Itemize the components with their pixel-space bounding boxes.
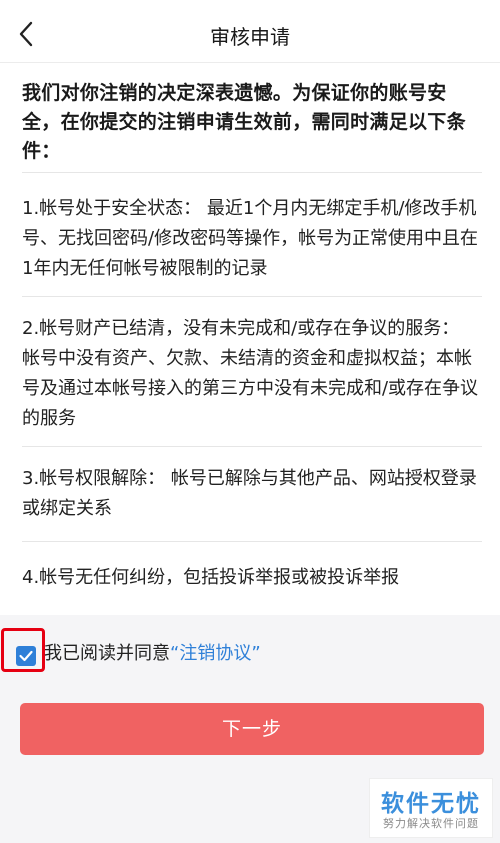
intro-text: 我们对你注销的决定深表遗憾。为保证你的账号安全，在你提交的注销申请生效前，需同时… [22,82,466,162]
watermark-subtitle: 努力解决软件问题 [383,817,479,830]
watermark: 软件无忧 努力解决软件问题 [369,778,493,838]
watermark-title: 软件无忧 [381,791,481,817]
footer-panel: 我已阅读并同意“注销协议” 下一步 软件无忧 努力解决软件问题 [0,615,500,843]
agreement-link[interactable]: “注销协议” [170,643,261,664]
agreement-label: 我已阅读并同意 [44,643,170,664]
divider [22,541,482,542]
condition-item: 1.帐号处于安全状态： 最近1个月内无绑定手机/修改手机号、无找回密码/修改密码… [22,198,479,279]
condition-item: 4.帐号无任何纠纷，包括投诉举报或被投诉举报 [22,567,400,588]
condition-item: 3.帐号权限解除： 帐号已解除与其他产品、网站授权登录或绑定关系 [22,468,477,519]
nav-bar: 审核申请 [0,6,500,63]
divider [22,296,482,297]
condition-item: 2.帐号财产已结清，没有未完成和/或存在争议的服务： 帐号中没有资产、欠款、未结… [22,318,479,429]
agreement-text: 我已阅读并同意“注销协议” [44,639,261,669]
divider [22,172,482,173]
divider [22,446,482,447]
agreement-checkbox[interactable] [16,646,36,666]
checkmark-icon [19,650,33,662]
next-button[interactable]: 下一步 [20,703,484,755]
page-title: 审核申请 [210,25,290,49]
